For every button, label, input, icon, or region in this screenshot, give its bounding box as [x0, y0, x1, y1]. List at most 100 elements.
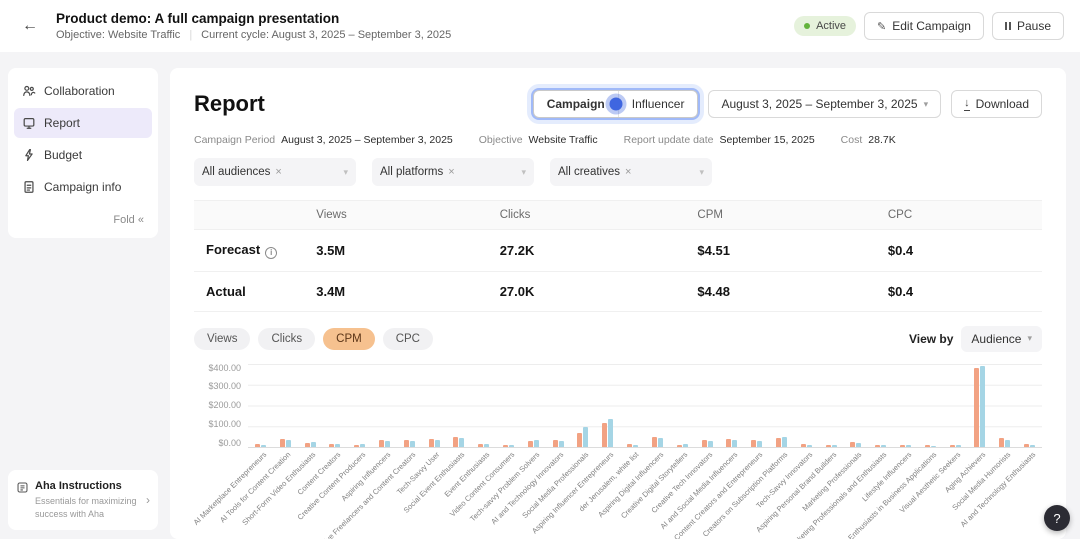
view-by-select[interactable]: Audience ▾: [961, 326, 1042, 352]
close-icon[interactable]: ×: [275, 166, 281, 178]
status-badge: Active: [794, 16, 856, 36]
x-axis-label: Event Enthusiasts: [442, 450, 491, 499]
sidebar-item-budget[interactable]: Budget: [14, 140, 152, 170]
bar-group: Short-Form Video Enthusiasts: [298, 364, 323, 447]
actual-bar: [435, 440, 440, 447]
chart-plot: AI Marketplace EntrepreneursAI Tools for…: [248, 364, 1042, 448]
audiences-filter[interactable]: All audiences × ▾: [194, 158, 356, 186]
edit-campaign-button[interactable]: ✎ Edit Campaign: [864, 12, 984, 40]
actual-bar: [261, 445, 266, 447]
meta-objective: ObjectiveWebsite Traffic: [479, 134, 598, 146]
view-by-control: View by Audience ▾: [909, 326, 1042, 352]
metric-tab-clicks[interactable]: Clicks: [258, 328, 315, 350]
report-header-row: Report Campaign Influencer August 3, 202…: [194, 90, 1042, 118]
download-label: Download: [976, 97, 1029, 111]
forecast-bar: [255, 444, 260, 446]
creatives-filter[interactable]: All creatives × ▾: [550, 158, 712, 186]
bar-group: Content Creators: [322, 364, 347, 447]
report-header-controls: Campaign Influencer August 3, 2025 – Sep…: [533, 90, 1042, 118]
actual-bar: [459, 438, 464, 447]
download-button[interactable]: ↓ Download: [951, 90, 1042, 118]
table-row-forecast: Forecasti 3.5M 27.2K $4.51 $0.4: [194, 230, 1042, 272]
aha-text-block: Aha Instructions Essentials for maximizi…: [35, 480, 140, 520]
actual-bar: [385, 441, 390, 446]
close-icon[interactable]: ×: [625, 166, 631, 178]
y-tick-label: $400.00: [208, 364, 241, 373]
bar-group: Event Enthusiasts: [471, 364, 496, 447]
bar-group: AI Marketplace Entrepreneurs: [248, 364, 273, 447]
bar-group: Creative Digital Storytellers: [670, 364, 695, 447]
toggle-option-influencer[interactable]: Influencer: [618, 91, 698, 117]
back-button[interactable]: ←: [16, 12, 44, 40]
actual-bar: [583, 427, 588, 447]
bar-group: Creative Content Producers: [347, 364, 372, 447]
date-range-select[interactable]: August 3, 2025 – September 3, 2025 ▾: [708, 90, 941, 118]
col-views: Views: [304, 201, 487, 230]
date-range-value: August 3, 2025 – September 3, 2025: [721, 97, 917, 111]
actual-cpc: $0.4: [876, 271, 1042, 311]
y-tick-label: $0.00: [218, 439, 241, 448]
actual-bar: [881, 445, 886, 446]
forecast-bar: [577, 433, 582, 446]
metric-tab-cpm[interactable]: CPM: [323, 328, 375, 350]
report-panel: Report Campaign Influencer August 3, 202…: [170, 68, 1066, 539]
actual-bar: [782, 437, 787, 447]
actual-bar: [832, 445, 837, 446]
sidebar: Collaboration Report Budget Campaign inf…: [8, 68, 158, 238]
actual-bar: [931, 446, 936, 447]
actual-bar: [732, 440, 737, 446]
close-icon[interactable]: ×: [448, 166, 454, 178]
bar-group: Marketing Professionals and Enthusiasts: [868, 364, 893, 447]
bar-group: Aspiring Influencer Entrepreneurs: [595, 364, 620, 447]
forecast-bar: [776, 438, 781, 447]
platforms-filter[interactable]: All platforms × ▾: [372, 158, 534, 186]
sidebar-item-report[interactable]: Report: [14, 108, 152, 138]
forecast-cpm: $4.51: [685, 230, 875, 272]
sidebar-item-campaign-info[interactable]: Campaign info: [14, 172, 152, 202]
actual-bar: [856, 443, 861, 446]
actual-clicks: 27.0K: [488, 271, 686, 311]
aha-instructions-card[interactable]: Aha Instructions Essentials for maximizi…: [8, 470, 158, 530]
actual-bar: [1030, 445, 1035, 447]
chevron-down-icon: ▾: [924, 99, 929, 110]
bar-group: Content Creators and Entrepreneurs: [744, 364, 769, 447]
forecast-bar: [478, 444, 483, 447]
collapse-icon: «: [138, 214, 144, 226]
forecast-bar: [429, 439, 434, 446]
sidebar-item-collaboration[interactable]: Collaboration: [14, 76, 152, 106]
pause-label: Pause: [1017, 19, 1051, 33]
meta-report-update-date: Report update dateSeptember 15, 2025: [624, 134, 815, 146]
fold-button[interactable]: Fold «: [14, 204, 152, 234]
forecast-bar: [950, 445, 955, 446]
bar-group: Tech-Savvy User: [422, 364, 447, 447]
metric-tab-views[interactable]: Views: [194, 328, 250, 350]
bar-group: Aging Achievers: [968, 364, 993, 447]
help-button[interactable]: ?: [1044, 505, 1070, 531]
page-title: Report: [194, 91, 265, 117]
actual-cpm: $4.48: [685, 271, 875, 311]
view-by-label: View by: [909, 332, 953, 346]
metric-tab-cpc[interactable]: CPC: [383, 328, 433, 350]
chevron-down-icon: ▾: [343, 167, 348, 178]
filter-row: All audiences × ▾ All platforms × ▾ All …: [194, 158, 1042, 186]
bar-group: Aspiring Personal Brand Builders: [819, 364, 844, 447]
bar-group: Enthusiasts in Business Applications: [918, 364, 943, 447]
view-by-value: Audience: [971, 332, 1021, 346]
audiences-filter-tag: All audiences ×: [202, 166, 282, 178]
chart-y-axis: $400.00$300.00$200.00$100.00$0.00: [194, 364, 248, 448]
collaboration-icon: [22, 84, 36, 98]
toggle-option-campaign[interactable]: Campaign: [534, 91, 618, 117]
metric-tabs-row: Views Clicks CPM CPC View by Audience ▾: [194, 326, 1042, 352]
bar-group: Marketing Professionals: [844, 364, 869, 447]
info-icon[interactable]: i: [265, 247, 277, 259]
forecast-bar: [329, 444, 334, 446]
actual-bar: [807, 445, 812, 447]
aha-icon: [16, 481, 29, 494]
actual-bar: [559, 441, 564, 446]
meta-campaign-period: Campaign PeriodAugust 3, 2025 – Septembe…: [194, 134, 453, 146]
cycle-text: Current cycle: August 3, 2025 – Septembe…: [201, 29, 451, 41]
creatives-filter-tag: All creatives ×: [558, 166, 631, 178]
actual-bar: [633, 445, 638, 447]
table-row-actual: Actual 3.4M 27.0K $4.48 $0.4: [194, 271, 1042, 311]
pause-button[interactable]: Pause: [992, 12, 1064, 40]
